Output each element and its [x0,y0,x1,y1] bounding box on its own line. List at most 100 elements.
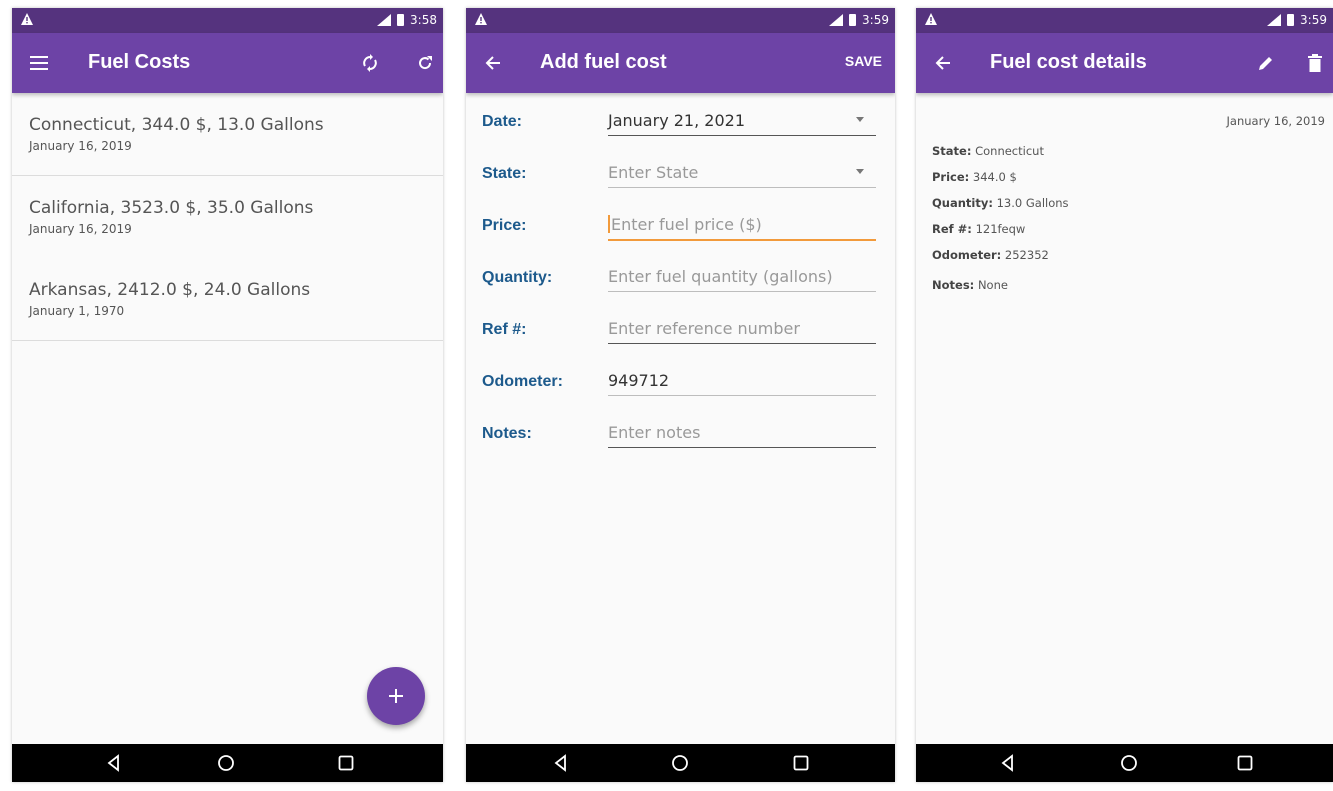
list-item-date: January 1, 1970 [29,304,125,318]
back-button[interactable] [480,50,506,76]
add-fuel-cost-button[interactable] [367,667,425,725]
alert-icon [21,13,33,25]
notes-row: Notes: Enter notes [466,405,895,457]
arrow-back-icon [935,56,950,70]
text-cursor [608,215,610,233]
ref-row: Ref #: Enter reference number [466,301,895,353]
edit-button[interactable] [1252,49,1280,77]
status-time: 3:58 [410,13,437,27]
battery-icon [849,14,857,26]
list-item-date: January 16, 2019 [29,139,132,153]
app-bar: Add fuel cost SAVE [466,33,895,93]
app-bar: Fuel Costs [12,33,443,93]
nav-home-icon[interactable] [670,753,690,773]
state-spinner[interactable]: Enter State [608,157,876,188]
system-nav-bar [12,744,443,782]
detail-value: 344.0 $ [972,170,1017,184]
refresh-button[interactable] [411,49,439,77]
status-bar: 3:58 [12,8,443,33]
detail-notes: Notes: None [932,278,1008,292]
price-field[interactable]: Enter fuel price ($) [608,209,876,241]
list-item[interactable]: Connecticut, 344.0 $, 13.0 Gallons Janua… [12,93,443,176]
menu-icon [30,56,48,70]
status-time: 3:59 [1300,13,1327,27]
nav-home-icon[interactable] [1119,753,1139,773]
nav-back-icon[interactable] [998,753,1018,773]
list-item-date: January 16, 2019 [29,222,132,236]
detail-state: State: Connecticut [932,144,1044,158]
trash-icon [1308,54,1322,72]
quantity-row: Quantity: Enter fuel quantity (gallons) [466,249,895,301]
page-title: Fuel cost details [990,51,1147,73]
back-button[interactable] [930,50,956,76]
nav-recents-icon[interactable] [336,753,356,773]
sync-icon [363,54,377,72]
battery-icon [397,14,405,26]
date-value: January 21, 2021 [608,110,745,130]
ref-field[interactable]: Enter reference number [608,313,876,344]
detail-label: State: [932,144,972,158]
page-title: Add fuel cost [540,51,667,73]
detail-label: Notes: [932,278,975,292]
sync-button[interactable] [356,49,384,77]
dropdown-arrow-icon [856,169,864,174]
refresh-icon [419,56,432,70]
detail-value: Connecticut [975,144,1044,158]
date-spinner[interactable]: January 21, 2021 [608,105,876,136]
list-item-title: California, 3523.0 $, 35.0 Gallons [29,198,314,218]
detail-label: Price: [932,170,970,184]
detail-price: Price: 344.0 $ [932,170,1017,184]
system-nav-bar [466,744,895,782]
fuel-cost-form: Date: January 21, 2021 State: Enter Stat… [466,93,895,457]
menu-button[interactable] [26,50,52,76]
app-bar: Fuel cost details [916,33,1333,93]
nav-back-icon[interactable] [551,753,571,773]
detail-ref: Ref #: 121feqw [932,222,1025,236]
price-row: Price: Enter fuel price ($) [466,197,895,249]
status-bar: 3:59 [466,8,895,33]
quantity-label: Quantity: [482,269,553,286]
notes-field[interactable]: Enter notes [608,417,876,448]
notes-placeholder: Enter notes [608,422,701,442]
delete-button[interactable] [1301,49,1329,77]
price-placeholder: Enter fuel price ($) [611,214,762,234]
quantity-field[interactable]: Enter fuel quantity (gallons) [608,261,876,292]
detail-value: 121feqw [975,222,1026,236]
odometer-field[interactable]: 949712 [608,365,876,396]
arrow-back-icon [485,56,500,70]
date-label: Date: [482,113,523,130]
list-item[interactable]: Arkansas, 2412.0 $, 24.0 Gallons January… [12,258,443,341]
odometer-row: Odometer: 949712 [466,353,895,405]
signal-icon [1267,14,1282,26]
fuel-cost-details-screen: 3:59 Fuel cost details January 16, 2019 … [916,8,1333,782]
nav-recents-icon[interactable] [791,753,811,773]
pencil-icon [1259,57,1272,70]
list-item[interactable]: California, 3523.0 $, 35.0 Gallons Janua… [12,176,443,258]
nav-home-icon[interactable] [216,753,236,773]
notes-label: Notes: [482,425,532,442]
signal-icon [377,14,392,26]
plus-icon [389,689,403,703]
detail-quantity: Quantity: 13.0 Gallons [932,196,1069,210]
save-button[interactable]: SAVE [845,53,882,69]
nav-recents-icon[interactable] [1235,753,1255,773]
dropdown-arrow-icon [856,117,864,122]
detail-label: Odometer: [932,248,1002,262]
alert-icon [475,13,487,25]
fuel-costs-screen: 3:58 Fuel Costs Connecticut, 344.0 $, 13… [12,8,443,782]
ref-label: Ref #: [482,321,527,338]
state-row: State: Enter State [466,145,895,197]
state-label: State: [482,165,527,182]
nav-back-icon[interactable] [104,753,124,773]
quantity-placeholder: Enter fuel quantity (gallons) [608,266,833,286]
list-item-title: Connecticut, 344.0 $, 13.0 Gallons [29,115,324,135]
odometer-label: Odometer: [482,373,563,390]
details-date: January 16, 2019 [1226,114,1325,128]
detail-value: None [977,278,1008,292]
detail-value: 252352 [1004,248,1049,262]
detail-label: Quantity: [932,196,993,210]
add-fuel-cost-screen: 3:59 Add fuel cost SAVE Date: January 21… [466,8,895,782]
state-placeholder: Enter State [608,162,699,182]
signal-icon [829,14,844,26]
battery-icon [1287,14,1295,26]
